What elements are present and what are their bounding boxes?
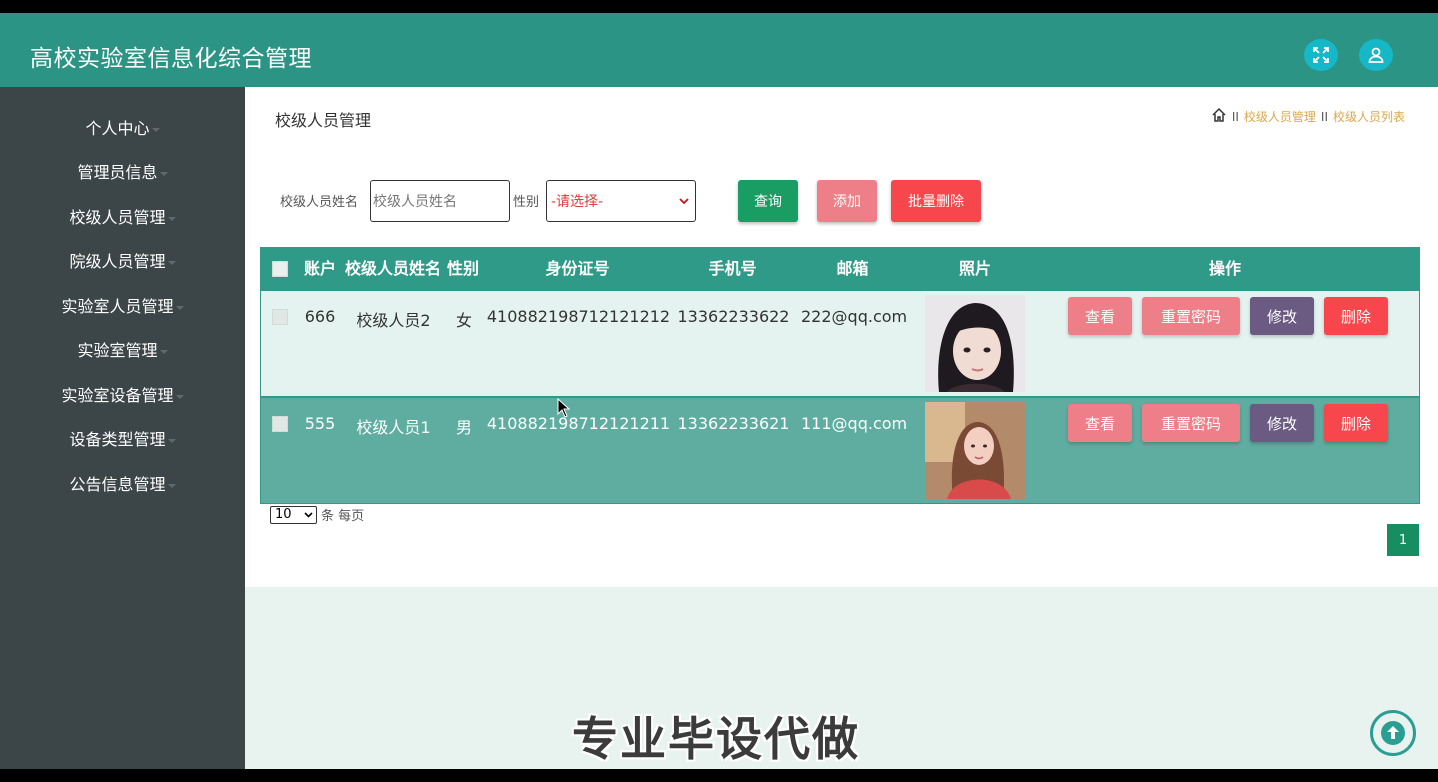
chevron-down-icon <box>167 483 176 488</box>
cell-email: 111@qq.com <box>801 414 908 433</box>
chevron-down-icon <box>167 438 176 443</box>
page-size-control: 10 条 每页 <box>270 505 364 524</box>
mouse-cursor-icon <box>557 397 571 422</box>
breadcrumb-item[interactable]: 校级人员列表 <box>1333 108 1405 125</box>
sidebar-item-lab-equipment[interactable]: 实验室设备管理 <box>0 374 245 418</box>
table-header: 账户 校级人员姓名 性别 身份证号 手机号 邮箱 照片 操作 <box>260 247 1420 291</box>
delete-button[interactable]: 删除 <box>1324 404 1388 442</box>
page-size-select[interactable]: 10 <box>270 505 317 524</box>
breadcrumb-separator: II <box>1231 109 1239 124</box>
row-checkbox[interactable] <box>272 309 288 325</box>
arrow-up-icon <box>1381 721 1405 745</box>
delete-button[interactable]: 删除 <box>1324 297 1388 335</box>
chevron-down-icon <box>151 127 160 132</box>
column-header: 照片 <box>958 259 991 278</box>
chevron-down-icon <box>159 171 168 176</box>
column-header: 邮箱 <box>836 259 869 278</box>
chevron-down-icon <box>175 305 184 310</box>
chevron-down-icon <box>167 260 176 265</box>
row-checkbox[interactable] <box>272 416 288 432</box>
app-frame: 高校实验室信息化综合管理 个人中心 管理员信息 校级人员管理 院级人员管理 实验… <box>0 13 1438 769</box>
batch-delete-button[interactable]: 批量删除 <box>891 180 981 222</box>
cell-phone: 13362233621 <box>677 414 790 433</box>
data-table: 账户 校级人员姓名 性别 身份证号 手机号 邮箱 照片 操作 666 校级人员2… <box>260 247 1420 504</box>
sidebar-item-lab[interactable]: 实验室管理 <box>0 329 245 373</box>
fullscreen-icon[interactable] <box>1304 39 1338 71</box>
home-icon[interactable] <box>1211 107 1227 126</box>
breadcrumb-separator: II <box>1320 109 1328 124</box>
chevron-down-icon <box>304 507 313 522</box>
chevron-down-icon <box>175 394 184 399</box>
cell-name: 校级人员2 <box>356 311 431 330</box>
app-title: 高校实验室信息化综合管理 <box>30 46 312 72</box>
gender-select[interactable]: -请选择- <box>546 180 696 222</box>
sidebar: 个人中心 管理员信息 校级人员管理 院级人员管理 实验室人员管理 实验室管理 实… <box>0 87 245 769</box>
cell-phone: 13362233622 <box>677 307 790 326</box>
sidebar-item-university-staff[interactable]: 校级人员管理 <box>0 196 245 240</box>
chevron-down-icon <box>159 349 168 354</box>
select-all-checkbox[interactable] <box>272 261 288 277</box>
cell-gender: 女 <box>455 311 472 330</box>
cell-gender: 男 <box>455 418 472 437</box>
staff-photo <box>925 402 1025 499</box>
column-header: 性别 <box>446 259 479 278</box>
scroll-to-top-button[interactable] <box>1370 710 1416 756</box>
column-header: 校级人员姓名 <box>344 259 441 278</box>
reset-password-button[interactable]: 重置密码 <box>1142 404 1240 442</box>
column-header: 身份证号 <box>545 259 610 278</box>
query-button[interactable]: 查询 <box>738 180 798 222</box>
edit-button[interactable]: 修改 <box>1250 297 1314 335</box>
user-icon[interactable] <box>1359 39 1393 71</box>
reset-password-button[interactable]: 重置密码 <box>1142 297 1240 335</box>
cell-id-number: 410882198712121212 <box>486 307 671 326</box>
add-button[interactable]: 添加 <box>817 180 877 222</box>
sidebar-item-admin-info[interactable]: 管理员信息 <box>0 151 245 195</box>
name-search-input[interactable]: 校级人员姓名 <box>370 180 510 222</box>
column-header: 操作 <box>1208 259 1241 278</box>
column-header: 账户 <box>303 259 336 278</box>
page-number-button[interactable]: 1 <box>1387 524 1419 556</box>
view-button[interactable]: 查看 <box>1068 297 1132 335</box>
cell-account: 666 <box>304 307 336 326</box>
breadcrumb-item[interactable]: 校级人员管理 <box>1244 108 1316 125</box>
sidebar-item-announcements[interactable]: 公告信息管理 <box>0 463 245 507</box>
staff-photo <box>925 295 1025 392</box>
chevron-down-icon <box>167 216 176 221</box>
sidebar-item-personal-center[interactable]: 个人中心 <box>0 107 245 151</box>
edit-button[interactable]: 修改 <box>1250 404 1314 442</box>
table-row: 666 校级人员2 女 410882198712121212 133622336… <box>260 290 1420 397</box>
breadcrumb: II 校级人员管理 II 校级人员列表 <box>1211 107 1405 126</box>
watermark-text: 专业毕设代做 <box>572 712 860 766</box>
chevron-down-icon <box>679 193 689 209</box>
page-title: 校级人员管理 <box>275 111 372 130</box>
table-row: 555 校级人员1 男 410882198712121211 133622336… <box>260 397 1420 504</box>
top-header: 高校实验室信息化综合管理 <box>0 13 1438 87</box>
cell-name: 校级人员1 <box>356 418 431 437</box>
gender-label: 性别 <box>513 195 540 210</box>
main-panel: 校级人员管理 II 校级人员管理 II 校级人员列表 校级人员姓名 校级人员姓名… <box>245 87 1438 587</box>
cell-id-number: 410882198712121211 <box>486 414 671 433</box>
sidebar-item-equipment-type[interactable]: 设备类型管理 <box>0 418 245 462</box>
cell-account: 555 <box>304 414 336 433</box>
sidebar-item-college-staff[interactable]: 院级人员管理 <box>0 240 245 284</box>
name-label: 校级人员姓名 <box>280 195 359 210</box>
view-button[interactable]: 查看 <box>1068 404 1132 442</box>
sidebar-item-lab-staff[interactable]: 实验室人员管理 <box>0 285 245 329</box>
page-size-suffix: 条 每页 <box>321 509 365 524</box>
cell-email: 222@qq.com <box>801 307 908 326</box>
column-header: 手机号 <box>708 259 757 278</box>
